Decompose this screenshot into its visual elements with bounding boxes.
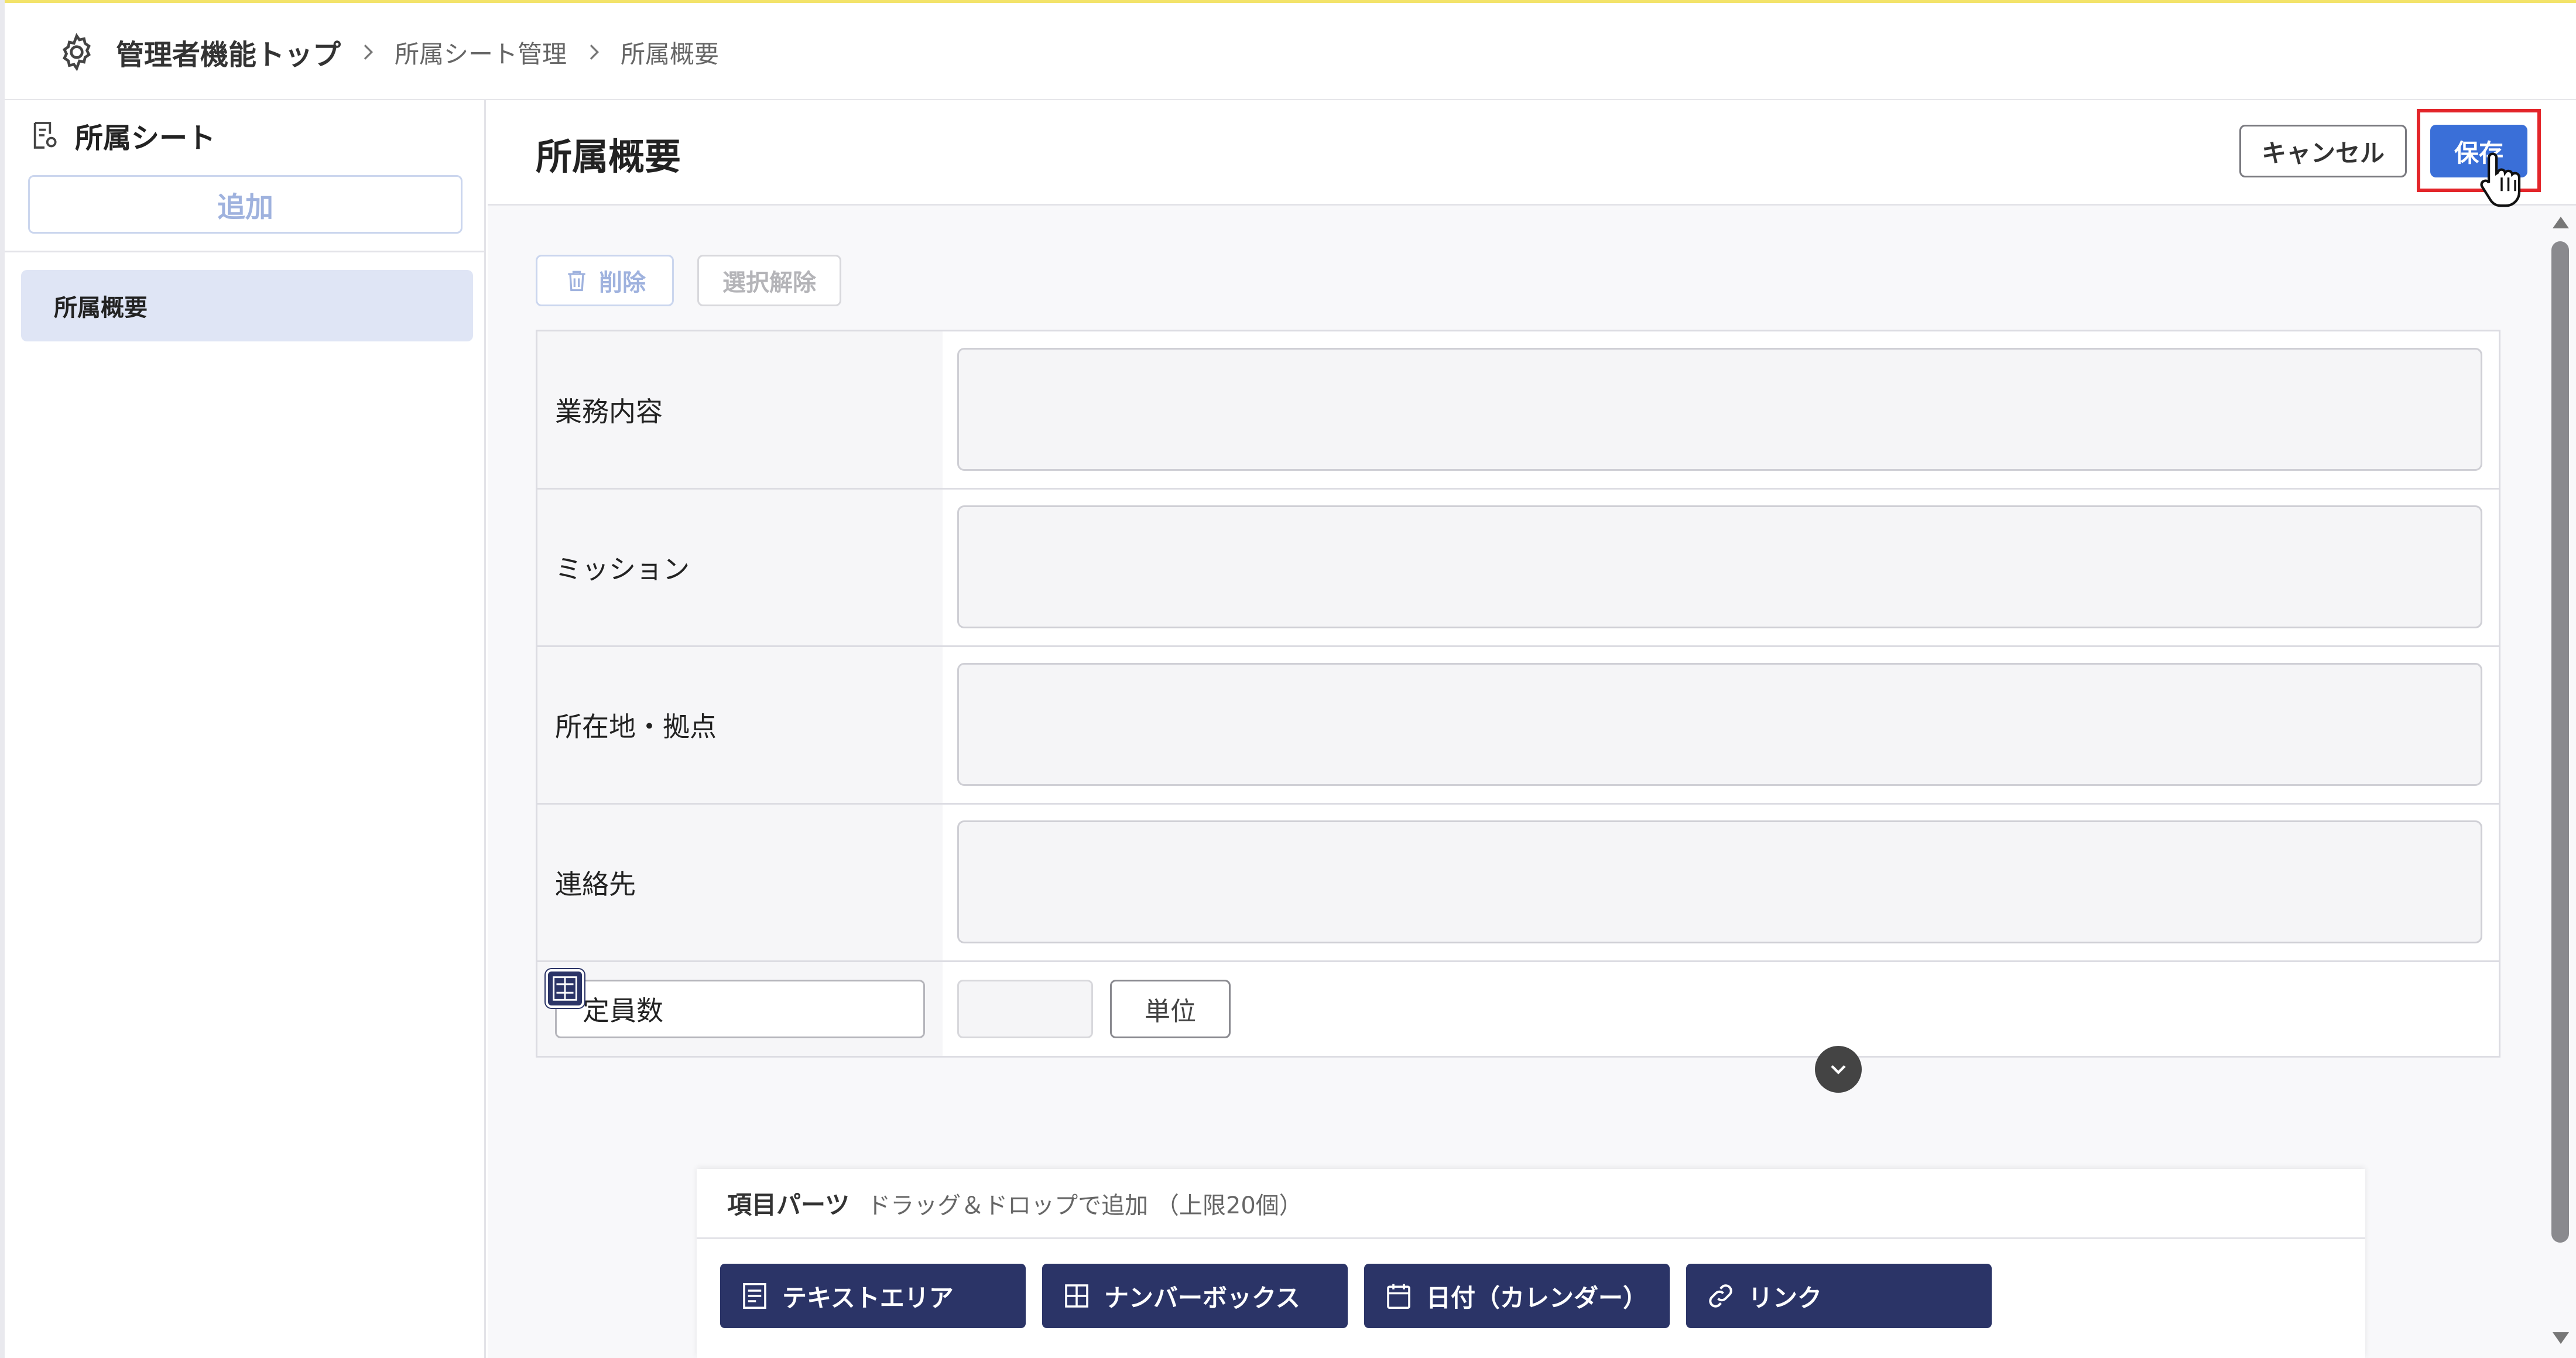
cancel-button[interactable]: キャンセル <box>2239 125 2407 177</box>
trash-icon <box>568 271 585 292</box>
add-sheet-button[interactable]: 追加 <box>28 175 463 234</box>
sidebar: 所属シート 追加 所属概要 <box>5 100 486 1358</box>
sidebar-title-label: 所属シート <box>75 122 216 155</box>
parts-panel: 項目パーツ ドラッグ＆ドロップで追加 （上限20個） テキストエリア ナンバーボ… <box>697 1169 2365 1358</box>
form-row: ミッション <box>537 490 2499 647</box>
part-text-area[interactable]: テキストエリア <box>720 1264 1026 1328</box>
part-label: 日付（カレンダー） <box>1426 1283 1648 1312</box>
parts-panel-header: 項目パーツ ドラッグ＆ドロップで追加 （上限20個） <box>697 1169 2365 1239</box>
form-row: 連絡先 <box>537 805 2499 962</box>
delete-label: 削除 <box>599 269 646 296</box>
chevron-right-icon <box>590 45 600 60</box>
chevron-right-icon <box>364 45 374 60</box>
main-header: 所属概要 キャンセル 保存 <box>488 100 2576 207</box>
field-label: 業務内容 <box>537 331 943 488</box>
number-field-row: 定員数 単位 <box>537 962 2499 1056</box>
scroll-up-arrow[interactable] <box>2553 217 2569 228</box>
number-field-name-input[interactable]: 定員数 <box>555 980 925 1038</box>
sidebar-divider <box>5 251 484 252</box>
business-content-input[interactable] <box>957 348 2482 471</box>
part-link[interactable]: リンク <box>1686 1264 1992 1328</box>
field-label: 連絡先 <box>537 805 943 960</box>
part-number-box[interactable]: ナンバーボックス <box>1042 1264 1348 1328</box>
link-icon <box>1709 1284 1732 1308</box>
breadcrumb-admin-top[interactable]: 管理者機能トップ <box>116 32 341 73</box>
unit-button[interactable]: 単位 <box>1110 980 1231 1038</box>
page-title: 所属概要 <box>536 135 681 178</box>
gear-icon[interactable] <box>56 32 97 73</box>
location-input[interactable] <box>957 663 2482 786</box>
form-table: 業務内容 ミッション 所在地・拠点 連絡先 定員数 単位 <box>536 330 2500 1058</box>
field-label: 所在地・拠点 <box>537 647 943 803</box>
breadcrumb-current: 所属概要 <box>621 39 720 69</box>
clear-selection-button[interactable]: 選択解除 <box>697 255 841 306</box>
form-row: 所在地・拠点 <box>537 647 2499 805</box>
contact-input[interactable] <box>957 820 2482 943</box>
scroll-down-arrow[interactable] <box>2553 1332 2569 1344</box>
breadcrumb-sheet-management[interactable]: 所属シート管理 <box>395 35 567 70</box>
hand-cursor-icon <box>2480 152 2521 207</box>
calendar-icon <box>1387 1284 1410 1309</box>
breadcrumb: 管理者機能トップ 所属シート管理 所属概要 <box>56 29 719 76</box>
scrollbar-thumb[interactable] <box>2551 241 2569 1243</box>
part-calendar[interactable]: 日付（カレンダー） <box>1364 1264 1670 1328</box>
part-label: リンク <box>1748 1283 1823 1312</box>
part-label: ナンバーボックス <box>1104 1283 1300 1312</box>
number-box-icon <box>1065 1284 1088 1308</box>
part-label: テキストエリア <box>782 1283 954 1312</box>
sidebar-item-overview[interactable]: 所属概要 <box>21 270 473 341</box>
window-left-edge <box>0 0 5 1358</box>
text-area-icon <box>743 1282 766 1309</box>
field-label: ミッション <box>537 490 943 645</box>
delete-button[interactable]: 削除 <box>536 255 674 306</box>
form-row: 業務内容 <box>537 331 2499 490</box>
collapse-parts-button[interactable] <box>1815 1046 1862 1093</box>
mission-input[interactable] <box>957 505 2482 628</box>
sidebar-title: 所属シート <box>28 118 216 155</box>
chevron-down-icon <box>1831 1065 1846 1075</box>
parts-panel-hint: ドラッグ＆ドロップで追加 （上限20個） <box>867 1192 1303 1219</box>
header: 管理者機能トップ 所属シート管理 所属概要 <box>5 3 2576 100</box>
number-box-icon <box>546 969 584 1008</box>
parts-panel-title: 項目パーツ <box>727 1191 850 1219</box>
sheet-icon <box>33 122 57 149</box>
main-panel: 所属概要 キャンセル 保存 削除 選択解除 業務内容 ミッション 所在地・拠点 … <box>488 100 2576 1358</box>
number-value-input[interactable] <box>957 980 1093 1038</box>
